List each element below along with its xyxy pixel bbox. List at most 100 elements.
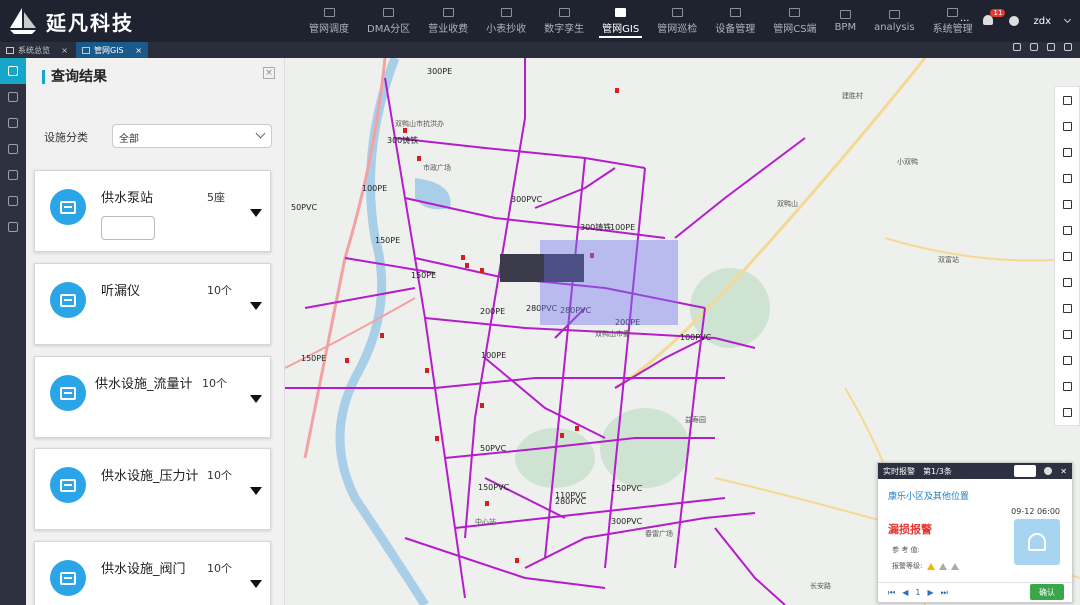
alarm-reference-label: 参 考 值: — [892, 546, 920, 554]
rail-item-location[interactable] — [0, 84, 26, 110]
close-icon[interactable]: × — [61, 46, 68, 55]
pipe-label: 300铸铁 — [387, 135, 418, 145]
place-label: 双鸭山 — [777, 199, 798, 208]
nav-item-gis[interactable]: 管网GIS — [593, 0, 648, 42]
alarm-time: 09-12 06:00 — [1011, 507, 1060, 516]
place-label: 市政广场 — [423, 163, 451, 172]
panel-close-button[interactable]: × — [263, 67, 275, 79]
nav-item-dispatch[interactable]: 管网调度 — [300, 0, 358, 42]
nav-item-billing[interactable]: 营业收费 — [419, 0, 477, 42]
next-page-icon[interactable]: ▶ — [927, 588, 933, 597]
expand-triangle-icon[interactable] — [250, 580, 262, 588]
query-results-panel: 查询结果 × 设施分类 全部 供水泵站 5座 听漏仪 10个 供水设施_流量计 … — [26, 58, 285, 605]
pipe-label: 150PE — [375, 236, 400, 245]
expand-triangle-icon[interactable] — [250, 487, 262, 495]
gis-icon — [615, 7, 627, 17]
left-icon-rail — [0, 58, 26, 605]
nav-label: 管网CS端 — [773, 23, 817, 35]
more-menu-button[interactable]: ··· — [960, 16, 970, 27]
result-card-pressure-gauge[interactable]: 供水设施_压力计 10个 — [34, 448, 271, 530]
gear-icon[interactable] — [1044, 467, 1053, 475]
username[interactable]: zdx — [1033, 16, 1051, 27]
place-label: 双富站 — [938, 255, 959, 264]
alarm-filter-select[interactable] — [1014, 465, 1037, 477]
card-name: 供水泵站 — [101, 191, 154, 206]
map-tool-split[interactable] — [1055, 165, 1079, 191]
pipe-label: 150PVC — [611, 484, 643, 493]
brand-logo[interactable]: 延凡科技 — [6, 4, 134, 38]
result-card-valve[interactable]: 供水设施_阀门 10个 — [34, 541, 271, 605]
nav-item-dma[interactable]: DMA分区 — [358, 0, 419, 42]
last-page-icon[interactable]: ⏭ — [941, 588, 948, 598]
nav-item-digital-twin[interactable]: 数字孪生 — [535, 0, 593, 42]
nav-item-meter-reading[interactable]: 小表抄收 — [477, 0, 535, 42]
facility-category-select[interactable]: 全部 — [112, 124, 272, 148]
rail-item-list[interactable] — [0, 58, 26, 84]
first-page-icon[interactable]: ⏮ — [888, 588, 895, 598]
nav-label: 管网调度 — [309, 23, 349, 35]
map-tool-measure[interactable] — [1055, 191, 1079, 217]
rail-item-chart[interactable] — [0, 110, 26, 136]
map-tool-document[interactable] — [1055, 87, 1079, 113]
refresh-icon[interactable] — [1047, 43, 1055, 51]
close-icon[interactable]: ✕ — [1060, 467, 1067, 476]
map-tool-locate[interactable] — [1055, 373, 1079, 399]
rail-item-gauge[interactable] — [0, 188, 26, 214]
selection-box — [540, 240, 678, 325]
map-tool-basemap[interactable] — [1055, 347, 1079, 373]
tab-tools — [1013, 43, 1072, 51]
nav-label: 营业收费 — [428, 23, 469, 35]
confirm-button[interactable]: 确认 — [1030, 584, 1064, 600]
pipe-label: 150PE — [411, 271, 436, 280]
prev-page-icon[interactable]: ◀ — [902, 588, 908, 597]
expand-triangle-icon[interactable] — [250, 302, 262, 310]
place-label: 春雷广场 — [645, 529, 673, 538]
result-card-flowmeter[interactable]: 供水设施_流量计 10个 — [34, 356, 271, 438]
pipe-label: 50PVC — [291, 203, 317, 212]
rail-item-doc[interactable] — [0, 162, 26, 188]
chevron-down-icon[interactable] — [1063, 15, 1072, 24]
volume-icon[interactable] — [1030, 43, 1038, 51]
card-count: 10个 — [207, 562, 232, 575]
map-tool-vehicle[interactable] — [1055, 243, 1079, 269]
search-icon — [1062, 407, 1072, 417]
nav-item-inspection[interactable]: 管网巡检 — [648, 0, 706, 42]
expand-triangle-icon[interactable] — [250, 209, 262, 217]
rail-item-image[interactable] — [0, 136, 26, 162]
map-tool-clear[interactable] — [1055, 321, 1079, 347]
alarm-header: 实时报警 第1/3条 ✕ — [878, 463, 1072, 479]
map-tool-angle[interactable] — [1055, 217, 1079, 243]
rail-item-shield[interactable] — [0, 214, 26, 240]
analysis-icon — [888, 9, 900, 19]
pipe-label: 150PVC — [478, 483, 510, 492]
map-tool-zoom[interactable] — [1055, 113, 1079, 139]
result-card-pump-station[interactable]: 供水泵站 5座 — [34, 170, 271, 252]
nav-item-equipment[interactable]: 设备管理 — [706, 0, 764, 42]
pipe-label: 100PE — [610, 223, 635, 232]
facility-category-label: 设施分类 — [44, 131, 88, 144]
map-tool-point[interactable] — [1055, 269, 1079, 295]
nav-item-analysis[interactable]: analysis — [865, 0, 924, 42]
nav-item-cs[interactable]: 管网CS端 — [764, 0, 825, 42]
map-tool-comment[interactable] — [1055, 295, 1079, 321]
fullscreen-icon[interactable] — [1064, 43, 1072, 51]
expand-triangle-icon[interactable] — [250, 395, 262, 403]
lock-icon[interactable] — [1013, 43, 1021, 51]
place-label: 建胜村 — [842, 91, 863, 100]
close-icon[interactable]: × — [135, 46, 142, 55]
card-input[interactable] — [101, 216, 155, 240]
split-icon — [1062, 173, 1072, 183]
result-card-leak-detector[interactable]: 听漏仪 10个 — [34, 263, 271, 345]
place-label: 长安路 — [810, 581, 831, 590]
facility-icon — [50, 282, 86, 318]
tab-gis[interactable]: 管网GIS × — [76, 42, 148, 58]
nav-item-bpm[interactable]: BPM — [826, 0, 866, 42]
alarm-location[interactable]: 康乐小区及其他位置 — [888, 489, 969, 502]
nav-label: BPM — [834, 21, 857, 33]
tab-system-overview[interactable]: 系统总览 × — [0, 42, 74, 58]
map-tool-search[interactable] — [1055, 399, 1079, 425]
map-tool-pan[interactable] — [1055, 139, 1079, 165]
facility-icon — [50, 560, 86, 596]
notification-bell-button[interactable]: 11 — [983, 9, 1006, 27]
nav-label: 小表抄收 — [486, 23, 527, 35]
